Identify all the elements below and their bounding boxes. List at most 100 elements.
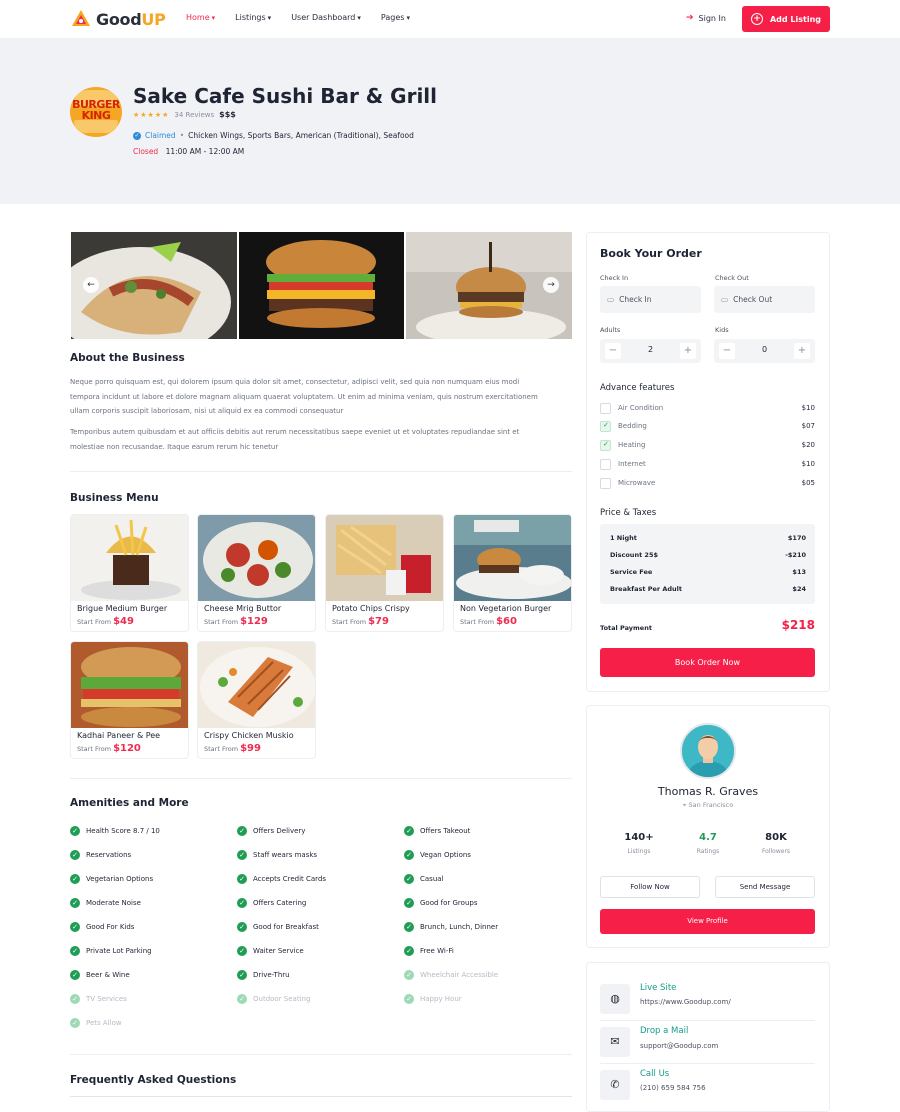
checkbox[interactable] <box>600 403 611 414</box>
increment-button[interactable]: + <box>680 343 696 359</box>
amenity-item: ✓ Private Lot Parking <box>70 946 152 956</box>
phone-link[interactable]: (210) 659 584 756 <box>640 1084 706 1092</box>
separator-dot: • <box>179 131 185 140</box>
gallery-image-burger[interactable] <box>239 232 404 339</box>
author-name[interactable]: Thomas R. Graves <box>586 785 830 798</box>
total-label: Total Payment <box>600 624 652 632</box>
check-in-field[interactable]: ▭ Check In <box>600 286 701 313</box>
amenity-item: ✓ Offers Delivery <box>237 826 305 836</box>
about-paragraph-1: Neque porro quisquam est, qui dolorem ip… <box>70 378 538 415</box>
amenity-item-unavailable: ✓ Wheelchair Accessible <box>404 970 498 980</box>
stat-ratings-label: Ratings <box>696 848 720 855</box>
menu-item-name: Non Vegetarion Burger <box>460 604 552 613</box>
amenity-item: ✓ Drive-Thru <box>237 970 290 980</box>
claimed-badge: Claimed <box>145 131 176 140</box>
price-level: $$$ <box>219 110 236 119</box>
amenity-item-unavailable: ✓ TV Services <box>70 994 127 1004</box>
follow-button[interactable]: Follow Now <box>600 876 700 898</box>
rating-row: ★★★★★ 34 Reviews $$$ <box>133 110 236 119</box>
checkbox[interactable] <box>600 459 611 470</box>
verified-icon: ✓ <box>133 131 141 140</box>
menu-listings[interactable]: Listings ▾ <box>235 13 271 22</box>
top-navbar: GoodUP Home ▾ Listings ▾ User Dashboard ▾ P… <box>0 0 900 38</box>
menu-card[interactable]: Brigue Medium Burger Start From $49 <box>70 514 189 632</box>
menu-card[interactable]: Cheese Mrig Buttor Start From $129 <box>197 514 316 632</box>
menu-item-name: Brigue Medium Burger <box>77 604 168 613</box>
menu-item-price: $129 <box>240 616 268 627</box>
menu-pages[interactable]: Pages ▾ <box>381 13 410 22</box>
stat-followers-label: Followers <box>761 848 791 855</box>
check-circle-icon: ✓ <box>237 874 247 884</box>
check-circle-icon: ✓ <box>404 898 414 908</box>
add-listing-button[interactable]: + Add Listing <box>742 6 830 32</box>
stat-followers-value: 80K <box>765 832 787 843</box>
listing-header <box>0 38 900 204</box>
check-circle-icon: ✓ <box>404 850 414 860</box>
adults-stepper: 2 − + <box>600 339 701 363</box>
gallery-prev-button[interactable]: ← <box>83 277 99 293</box>
listing-title: Sake Cafe Sushi Bar & Grill <box>133 84 438 108</box>
stat-listings-value: 140+ <box>624 832 654 843</box>
check-out-field[interactable]: ▭ Check Out <box>714 286 815 313</box>
live-site-link[interactable]: https://www.Goodup.com/ <box>640 998 731 1006</box>
brand-logo[interactable]: GoodUP <box>70 8 166 30</box>
calendar-icon: ▭ <box>607 295 615 304</box>
main-menu: Home ▾ Listings ▾ User Dashboard ▾ Pages ▾ <box>186 13 410 22</box>
view-profile-button[interactable]: View Profile <box>600 909 815 934</box>
decrement-button[interactable]: − <box>719 343 735 359</box>
decrement-button[interactable]: − <box>605 343 621 359</box>
stat-ratings-value: 4.7 <box>699 832 717 843</box>
checkbox-checked[interactable] <box>600 421 611 432</box>
divider <box>70 1054 572 1055</box>
mail-link[interactable]: support@Goodup.com <box>640 1042 718 1050</box>
divider <box>70 778 572 779</box>
sign-in-link[interactable]: ➔ Sign In <box>686 13 726 23</box>
menu-home[interactable]: Home ▾ <box>186 13 215 22</box>
menu-card[interactable]: Crispy Chicken Muskio Start From $99 <box>197 641 316 759</box>
plus-icon: + <box>750 13 763 25</box>
sign-in-label: Sign In <box>698 13 726 23</box>
check-circle-icon: ✓ <box>404 946 414 956</box>
send-message-button[interactable]: Send Message <box>715 876 815 898</box>
menu-card[interactable]: Kadhai Paneer & Pee Start From $120 <box>70 641 189 759</box>
review-count[interactable]: 34 Reviews <box>174 111 214 119</box>
menu-item-price-row: Start From $120 <box>77 743 141 754</box>
menu-item-price-row: Start From $79 <box>332 616 389 627</box>
check-circle-icon: ✓ <box>237 970 247 980</box>
menu-item-name: Crispy Chicken Muskio <box>204 731 294 740</box>
book-order-button[interactable]: Book Order Now <box>600 648 815 677</box>
menu-item-price-row: Start From $129 <box>204 616 268 627</box>
total-amount: $218 <box>781 618 815 632</box>
checkbox-checked[interactable] <box>600 440 611 451</box>
faq-box-top <box>70 1096 572 1097</box>
menu-card[interactable]: Potato Chips Crispy Start From $79 <box>325 514 444 632</box>
hours-row: Closed 11:00 AM - 12:00 AM <box>133 147 244 156</box>
about-title: About the Business <box>70 352 185 364</box>
menu-item-price: $79 <box>368 616 389 627</box>
amenity-item: ✓ Offers Catering <box>237 898 306 908</box>
amenity-item: ✓ Free Wi-Fi <box>404 946 454 956</box>
avatar[interactable] <box>680 723 736 779</box>
amenity-item: ✓ Good for Breakfast <box>237 922 319 932</box>
menu-card[interactable]: Non Vegetarion Burger Start From $60 <box>453 514 572 632</box>
business-logo-text: BURGER KING <box>72 98 120 122</box>
check-circle-icon: ✓ <box>70 826 80 836</box>
amenity-item-unavailable: ✓ Happy Hour <box>404 994 462 1004</box>
check-circle-icon: ✓ <box>404 826 414 836</box>
check-circle-icon: ✓ <box>237 826 247 836</box>
menu-user-dashboard[interactable]: User Dashboard ▾ <box>291 13 361 22</box>
gallery-next-button[interactable]: → <box>543 277 559 293</box>
live-site-title: Live Site <box>640 983 677 993</box>
checkbox[interactable] <box>600 478 611 489</box>
amenity-item: ✓ Waiter Service <box>237 946 304 956</box>
price-row: Service Fee $13 <box>610 568 806 576</box>
adults-label: Adults <box>600 326 621 334</box>
increment-button[interactable]: + <box>794 343 810 359</box>
menu-item-price-row: Start From $60 <box>460 616 517 627</box>
amenity-item: ✓ Health Score 8.7 / 10 <box>70 826 160 836</box>
listing-categories: Chicken Wings, Sports Bars, American (Tr… <box>188 131 414 140</box>
menu-image-crispy-chicken <box>198 642 315 728</box>
menu-image-cheese <box>198 515 315 601</box>
check-circle-icon: ✓ <box>70 946 80 956</box>
menu-item-price: $49 <box>113 616 134 627</box>
